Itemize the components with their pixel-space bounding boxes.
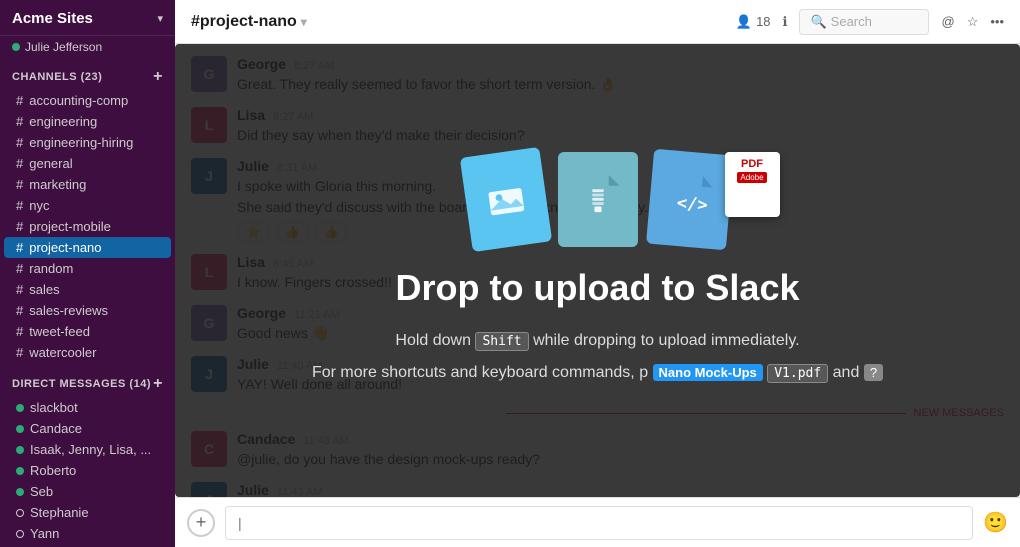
- offline-dot-icon: [16, 530, 24, 538]
- sidebar-item-random[interactable]: # random: [4, 258, 171, 279]
- drop-overlay: </> PDF Adobe Drop to upload to Slack Ho…: [175, 44, 1020, 497]
- dm-section: DIRECT MESSAGES (14) + slackbot Candace …: [0, 369, 175, 544]
- channel-title: #project-nano ▾: [191, 13, 307, 31]
- sidebar-item-tweet-feed[interactable]: # tweet-feed: [4, 321, 171, 342]
- online-dot-icon: [16, 467, 24, 475]
- offline-dot-icon: [16, 509, 24, 517]
- channels-section-header: CHANNELS (23) +: [0, 62, 175, 90]
- drop-title: Drop to upload to Slack: [395, 267, 799, 309]
- hint-before: Hold down: [395, 332, 471, 349]
- sidebar-item-sales[interactable]: # sales: [4, 279, 171, 300]
- add-channel-icon[interactable]: +: [153, 68, 163, 86]
- main-content: #project-nano ▾ 👤 18 ℹ 🔍 Search @ ☆ ••• …: [175, 0, 1020, 547]
- channels-list: # accounting-comp # engineering # engine…: [0, 90, 175, 363]
- dm-group[interactable]: Isaak, Jenny, Lisa, ...: [4, 439, 171, 460]
- dm-slackbot[interactable]: slackbot: [4, 397, 171, 418]
- chat-header: #project-nano ▾ 👤 18 ℹ 🔍 Search @ ☆ •••: [175, 0, 1020, 44]
- channel-chevron-icon: ▾: [301, 15, 307, 29]
- channel-name: #project-nano: [191, 13, 297, 31]
- user-name: Julie Jefferson: [25, 40, 102, 54]
- dm-roberto[interactable]: Roberto: [4, 460, 171, 481]
- sidebar: Acme Sites ▾ Julie Jefferson CHANNELS (2…: [0, 0, 175, 547]
- drop-hint-1: Hold down Shift while dropping to upload…: [395, 325, 799, 357]
- dm-section-header: DIRECT MESSAGES (14) +: [0, 369, 175, 397]
- dm-candace[interactable]: Candace: [4, 418, 171, 439]
- more-icon[interactable]: •••: [990, 14, 1004, 29]
- sidebar-item-accounting-comp[interactable]: # accounting-comp: [4, 90, 171, 111]
- sidebar-item-general[interactable]: # general: [4, 153, 171, 174]
- at-icon[interactable]: @: [941, 14, 954, 29]
- user-status: Julie Jefferson: [0, 36, 175, 62]
- star-icon[interactable]: ☆: [967, 14, 979, 30]
- channels-label: CHANNELS (23): [12, 71, 102, 83]
- input-area: + 🙂: [175, 497, 1020, 547]
- hint-after: while dropping to upload immediately.: [533, 332, 800, 349]
- online-dot-icon: [16, 404, 24, 412]
- message-input[interactable]: [225, 506, 973, 540]
- workspace-chevron-icon: ▾: [157, 12, 163, 25]
- dm-stephanie[interactable]: Stephanie: [4, 502, 171, 523]
- member-count[interactable]: 👤 18: [736, 14, 771, 30]
- header-actions: 👤 18 ℹ 🔍 Search @ ☆ •••: [736, 9, 1004, 35]
- question-badge: ?: [864, 364, 883, 381]
- dm-yann[interactable]: Yann: [4, 523, 171, 544]
- image-file-icon: [459, 147, 551, 252]
- zip-file-icon: [558, 152, 638, 247]
- drop-hint-2: For more shortcuts and keyboard commands…: [312, 357, 883, 389]
- workspace-header[interactable]: Acme Sites ▾: [0, 0, 175, 36]
- status-dot-icon: [12, 43, 20, 51]
- workspace-name: Acme Sites: [12, 10, 93, 27]
- sidebar-item-project-mobile[interactable]: # project-mobile: [4, 216, 171, 237]
- svg-text:</>: </>: [675, 193, 708, 216]
- hint2-before: For more shortcuts and keyboard commands…: [312, 364, 648, 381]
- v1-pdf-badge: V1.pdf: [767, 364, 828, 383]
- online-dot-icon: [16, 446, 24, 454]
- sidebar-item-nyc[interactable]: # nyc: [4, 195, 171, 216]
- search-icon: 🔍: [810, 14, 826, 30]
- info-icon[interactable]: ℹ: [783, 14, 788, 30]
- shift-key-badge: Shift: [475, 332, 528, 351]
- nano-mockups-badge: Nano Mock-Ups: [653, 364, 763, 381]
- member-count-value: 18: [756, 14, 770, 29]
- pdf-file-icon: PDF Adobe: [725, 152, 780, 217]
- search-placeholder: Search: [831, 14, 872, 29]
- add-attachment-button[interactable]: +: [187, 509, 215, 537]
- online-dot-icon: [16, 425, 24, 433]
- online-dot-icon: [16, 488, 24, 496]
- sidebar-item-engineering-hiring[interactable]: # engineering-hiring: [4, 132, 171, 153]
- hint2-and: and: [833, 364, 860, 381]
- search-box[interactable]: 🔍 Search: [799, 9, 929, 35]
- drop-icons: </> PDF Adobe: [466, 152, 730, 247]
- emoji-button[interactable]: 🙂: [983, 510, 1008, 535]
- sidebar-item-sales-reviews[interactable]: # sales-reviews: [4, 300, 171, 321]
- people-icon: 👤: [736, 14, 752, 30]
- sidebar-item-marketing[interactable]: # marketing: [4, 174, 171, 195]
- sidebar-item-project-nano[interactable]: # project-nano: [4, 237, 171, 258]
- add-dm-icon[interactable]: +: [153, 375, 163, 393]
- sidebar-item-engineering[interactable]: # engineering: [4, 111, 171, 132]
- code-file-icon: </>: [646, 149, 734, 251]
- dm-seb[interactable]: Seb: [4, 481, 171, 502]
- sidebar-item-watercooler[interactable]: # watercooler: [4, 342, 171, 363]
